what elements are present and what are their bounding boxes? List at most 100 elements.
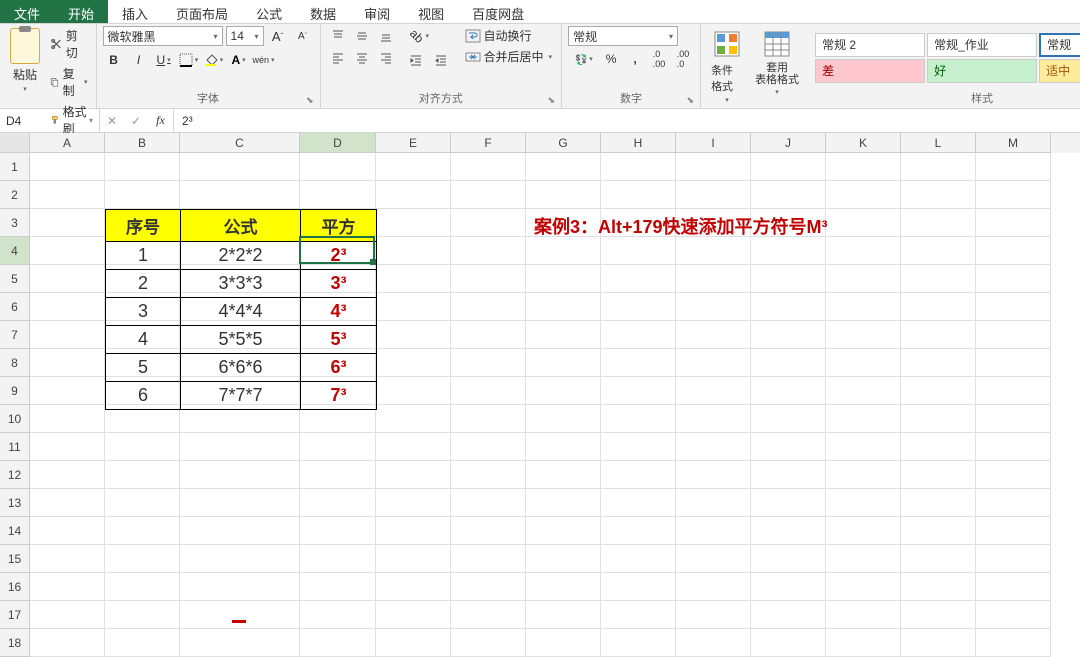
cell-C15[interactable] (180, 545, 300, 573)
cell-J4[interactable] (751, 237, 826, 265)
cell-M18[interactable] (976, 629, 1051, 657)
cell-I13[interactable] (676, 489, 751, 517)
cell-A13[interactable] (30, 489, 105, 517)
cell-H14[interactable] (601, 517, 676, 545)
row-header-14[interactable]: 14 (0, 517, 30, 545)
orientation-button[interactable]: ab (405, 26, 435, 46)
cell-E6[interactable] (376, 293, 451, 321)
cell-F14[interactable] (451, 517, 526, 545)
cell-A12[interactable] (30, 461, 105, 489)
menu-tab-公式[interactable]: 公式 (242, 0, 296, 23)
cell-I6[interactable] (676, 293, 751, 321)
number-launcher-icon[interactable]: ⬊ (687, 95, 695, 106)
cell-M8[interactable] (976, 349, 1051, 377)
cell-B2[interactable] (105, 181, 180, 209)
cell-G9[interactable] (526, 377, 601, 405)
cell-M15[interactable] (976, 545, 1051, 573)
cell-F4[interactable] (451, 237, 526, 265)
cell-G6[interactable] (526, 293, 601, 321)
column-header-H[interactable]: H (601, 133, 676, 153)
row-header-3[interactable]: 3 (0, 209, 30, 237)
row-header-17[interactable]: 17 (0, 601, 30, 629)
align-top-button[interactable] (327, 26, 349, 46)
cell-J18[interactable] (751, 629, 826, 657)
cell-C14[interactable] (180, 517, 300, 545)
align-middle-button[interactable] (351, 26, 373, 46)
italic-button[interactable]: I (128, 50, 150, 70)
column-header-B[interactable]: B (105, 133, 180, 153)
cell-H1[interactable] (601, 153, 676, 181)
cell-G7[interactable] (526, 321, 601, 349)
cell-A3[interactable] (30, 209, 105, 237)
cell-B18[interactable] (105, 629, 180, 657)
cell-M6[interactable] (976, 293, 1051, 321)
cell-K6[interactable] (826, 293, 901, 321)
cell-M10[interactable] (976, 405, 1051, 433)
cell-B1[interactable] (105, 153, 180, 181)
cell-H8[interactable] (601, 349, 676, 377)
cell-L9[interactable] (901, 377, 976, 405)
row-header-16[interactable]: 16 (0, 573, 30, 601)
cell-J5[interactable] (751, 265, 826, 293)
menu-tab-审阅[interactable]: 审阅 (350, 0, 404, 23)
cell-M3[interactable] (976, 209, 1051, 237)
table-format-button[interactable]: 套用 表格格式▾ (751, 26, 803, 98)
cell-I1[interactable] (676, 153, 751, 181)
cell-L18[interactable] (901, 629, 976, 657)
cell-J11[interactable] (751, 433, 826, 461)
underline-button[interactable]: U (153, 50, 175, 70)
cell-H16[interactable] (601, 573, 676, 601)
cell-K1[interactable] (826, 153, 901, 181)
cell-E15[interactable] (376, 545, 451, 573)
name-box[interactable]: D4▾ (0, 109, 100, 132)
font-size-combo[interactable]: 14▾ (226, 26, 264, 46)
cell-K11[interactable] (826, 433, 901, 461)
style-general[interactable]: 常规 (1039, 33, 1080, 57)
cell-B17[interactable] (105, 601, 180, 629)
cell-L8[interactable] (901, 349, 976, 377)
cell-E3[interactable] (376, 209, 451, 237)
cell-D14[interactable] (300, 517, 376, 545)
cell-L17[interactable] (901, 601, 976, 629)
cell-H9[interactable] (601, 377, 676, 405)
cell-K3[interactable] (826, 209, 901, 237)
cell-G15[interactable] (526, 545, 601, 573)
decrease-font-button[interactable]: Aˇ (292, 26, 314, 46)
cell-M16[interactable] (976, 573, 1051, 601)
wrap-text-button[interactable]: 自动换行 (462, 26, 556, 45)
cell-F9[interactable] (451, 377, 526, 405)
cell-F5[interactable] (451, 265, 526, 293)
cell-E11[interactable] (376, 433, 451, 461)
cell-G1[interactable] (526, 153, 601, 181)
cell-B12[interactable] (105, 461, 180, 489)
cell-M4[interactable] (976, 237, 1051, 265)
column-header-J[interactable]: J (751, 133, 826, 153)
cell-E14[interactable] (376, 517, 451, 545)
cell-K8[interactable] (826, 349, 901, 377)
cell-L15[interactable] (901, 545, 976, 573)
cell-L11[interactable] (901, 433, 976, 461)
column-header-L[interactable]: L (901, 133, 976, 153)
cell-M2[interactable] (976, 181, 1051, 209)
row-header-9[interactable]: 9 (0, 377, 30, 405)
cell-E16[interactable] (376, 573, 451, 601)
cell-C12[interactable] (180, 461, 300, 489)
style-good[interactable]: 好 (927, 59, 1037, 83)
cell-K10[interactable] (826, 405, 901, 433)
border-button[interactable] (178, 50, 200, 70)
cell-I7[interactable] (676, 321, 751, 349)
cell-K4[interactable] (826, 237, 901, 265)
cell-I18[interactable] (676, 629, 751, 657)
cell-F11[interactable] (451, 433, 526, 461)
alignment-launcher-icon[interactable]: ⬊ (548, 95, 556, 106)
cell-H11[interactable] (601, 433, 676, 461)
cell-B11[interactable] (105, 433, 180, 461)
cell-F3[interactable] (451, 209, 526, 237)
cell-K14[interactable] (826, 517, 901, 545)
cell-L10[interactable] (901, 405, 976, 433)
cell-A10[interactable] (30, 405, 105, 433)
cell-A15[interactable] (30, 545, 105, 573)
cell-D2[interactable] (300, 181, 376, 209)
cell-F13[interactable] (451, 489, 526, 517)
bold-button[interactable]: B (103, 50, 125, 70)
